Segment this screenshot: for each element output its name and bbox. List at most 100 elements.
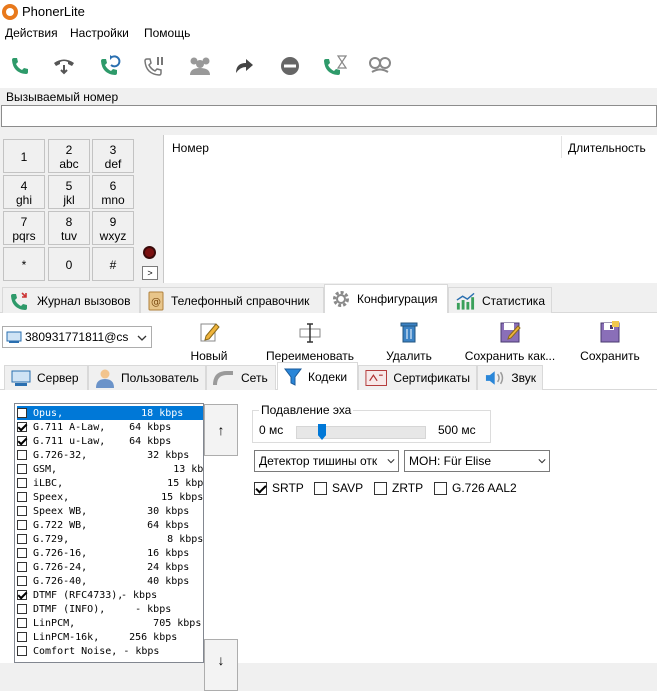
do-not-disturb-icon[interactable] (274, 50, 306, 82)
delete-button[interactable]: Удалить (384, 320, 434, 363)
forward-icon[interactable] (228, 50, 260, 82)
codec-row[interactable]: G.726-40, 40 kbps (17, 574, 203, 588)
silence-detector-select[interactable]: Детектор тишины отк (254, 450, 399, 472)
codec-row[interactable]: DTMF (INFO), - kbps (17, 602, 203, 616)
codec-checkbox[interactable] (17, 422, 27, 432)
subtab-server[interactable]: Сервер (4, 365, 88, 390)
codec-checkbox[interactable] (17, 464, 27, 474)
codec-checkbox[interactable] (17, 506, 27, 516)
subtab-network[interactable]: Сеть (206, 365, 276, 390)
expand-button[interactable]: > (142, 266, 158, 280)
codec-checkbox[interactable] (17, 436, 27, 446)
call-wait-icon[interactable] (318, 50, 350, 82)
keypad-key[interactable]: 0 (48, 247, 90, 281)
codec-checkbox[interactable] (17, 562, 27, 572)
moh-select[interactable]: MOH: Für Elise (404, 450, 550, 472)
keypad-key[interactable]: 9 wxyz (92, 211, 134, 245)
redial-icon[interactable] (94, 50, 126, 82)
codec-checkbox[interactable] (17, 646, 27, 656)
codec-row[interactable]: iLBC, 15 kbps (17, 476, 203, 490)
keypad-key[interactable]: 3 def (92, 139, 134, 173)
phonebook-icon: @ (148, 291, 164, 310)
call-icon[interactable] (4, 50, 36, 82)
pickup-icon[interactable] (48, 50, 80, 82)
codec-checkbox[interactable] (17, 534, 27, 544)
new-button[interactable]: Новый (185, 320, 233, 363)
menu-actions[interactable]: Действия (5, 26, 58, 40)
option-zrtp[interactable]: ZRTP (374, 481, 423, 495)
codec-row[interactable]: G.722 WB, 64 kbps (17, 518, 203, 532)
codec-row[interactable]: G.711 A-Law, 64 kbps (17, 420, 203, 434)
subtab-codecs[interactable]: Кодеки (277, 362, 358, 390)
codec-checkbox[interactable] (17, 590, 27, 600)
codec-row[interactable]: LinPCM, 705 kbps (17, 616, 203, 630)
keypad-key[interactable]: * (3, 247, 45, 281)
tab-call-log[interactable]: Журнал вызовов (2, 287, 140, 313)
codec-checkbox[interactable] (17, 548, 27, 558)
codec-row[interactable]: G.711 u-Law, 64 kbps (17, 434, 203, 448)
rename-button[interactable]: Переименовать (262, 320, 358, 363)
call-list[interactable] (163, 135, 657, 283)
profile-select[interactable]: 380931771811@cs (2, 326, 152, 348)
codec-row[interactable]: G.726-16, 16 kbps (17, 546, 203, 560)
codec-checkbox[interactable] (17, 408, 27, 418)
save-button[interactable]: Сохранить (578, 320, 642, 363)
codec-list[interactable]: Opus, 18 kbps G.711 A-Law, 64 kbps G.711 u… (14, 403, 204, 663)
codec-row[interactable]: Speex, 15 kbps (17, 490, 203, 504)
codec-checkbox[interactable] (17, 632, 27, 642)
codec-checkbox[interactable] (17, 576, 27, 586)
save-as-button[interactable]: Сохранить как... (462, 320, 558, 363)
keypad-key[interactable]: 5 jkl (48, 175, 90, 209)
column-header-duration[interactable]: Длительность (568, 141, 646, 155)
codec-checkbox[interactable] (17, 604, 27, 614)
srtp-checkbox[interactable] (254, 481, 267, 495)
save-button-label: Сохранить (580, 349, 640, 363)
subtab-certificates[interactable]: Сертификаты (358, 365, 477, 390)
codec-row[interactable]: DTMF (RFC4733), - kbps (17, 588, 203, 602)
codec-row[interactable]: Opus, 18 kbps (17, 406, 203, 420)
g726-aal2-checkbox[interactable] (434, 481, 447, 495)
zrtp-checkbox[interactable] (374, 481, 387, 495)
hold-icon[interactable] (138, 50, 170, 82)
keypad-key[interactable]: 1 (3, 139, 45, 173)
move-down-button[interactable]: ↓ (204, 639, 238, 691)
menu-settings[interactable]: Настройки (70, 26, 129, 40)
tab-configuration[interactable]: Конфигурация (324, 284, 448, 313)
called-number-input[interactable] (1, 105, 657, 127)
codec-row[interactable]: G.726-24, 24 kbps (17, 560, 203, 574)
menu-help[interactable]: Помощь (144, 26, 190, 40)
codec-row[interactable]: G.729, 8 kbps (17, 532, 203, 546)
move-up-button[interactable]: ↑ (204, 404, 238, 456)
tab-phonebook[interactable]: @ Телефонный справочник (140, 287, 324, 313)
codec-row[interactable]: G.726-32, 32 kbps (17, 448, 203, 462)
keypad-key[interactable]: 7 pqrs (3, 211, 45, 245)
keypad-key[interactable]: # (92, 247, 134, 281)
column-header-number[interactable]: Номер (172, 141, 209, 155)
codec-row[interactable]: Comfort Noise, - kbps (17, 644, 203, 658)
option-srtp[interactable]: SRTP (254, 481, 304, 495)
codec-row[interactable]: GSM, 13 kbps (17, 462, 203, 476)
codec-checkbox[interactable] (17, 618, 27, 628)
codec-checkbox[interactable] (17, 478, 27, 488)
tab-statistics[interactable]: Статистика (448, 287, 552, 313)
tab-statistics-label: Статистика (481, 293, 545, 308)
option-g726-aal2[interactable]: G.726 AAL2 (434, 481, 517, 495)
codec-name: G.722 WB, (33, 519, 88, 531)
conference-icon[interactable] (184, 50, 216, 82)
codec-row[interactable]: Speex WB, 30 kbps (17, 504, 203, 518)
keypad-key[interactable]: 6 mno (92, 175, 134, 209)
codec-checkbox[interactable] (17, 520, 27, 530)
keypad-key[interactable]: 4 ghi (3, 175, 45, 209)
codec-row[interactable]: LinPCM-16k, 256 kbps (17, 630, 203, 644)
subtab-sound[interactable]: Звук (477, 365, 543, 390)
record-icon[interactable] (143, 246, 156, 259)
codec-checkbox[interactable] (17, 450, 27, 460)
keypad-key[interactable]: 8 tuv (48, 211, 90, 245)
codec-checkbox[interactable] (17, 492, 27, 502)
subtab-user[interactable]: Пользователь (88, 365, 206, 390)
option-savp[interactable]: SAVP (314, 481, 363, 495)
savp-checkbox[interactable] (314, 481, 327, 495)
echo-slider[interactable] (296, 426, 426, 439)
keypad-key[interactable]: 2 abc (48, 139, 90, 173)
mute-icon[interactable] (364, 50, 396, 82)
